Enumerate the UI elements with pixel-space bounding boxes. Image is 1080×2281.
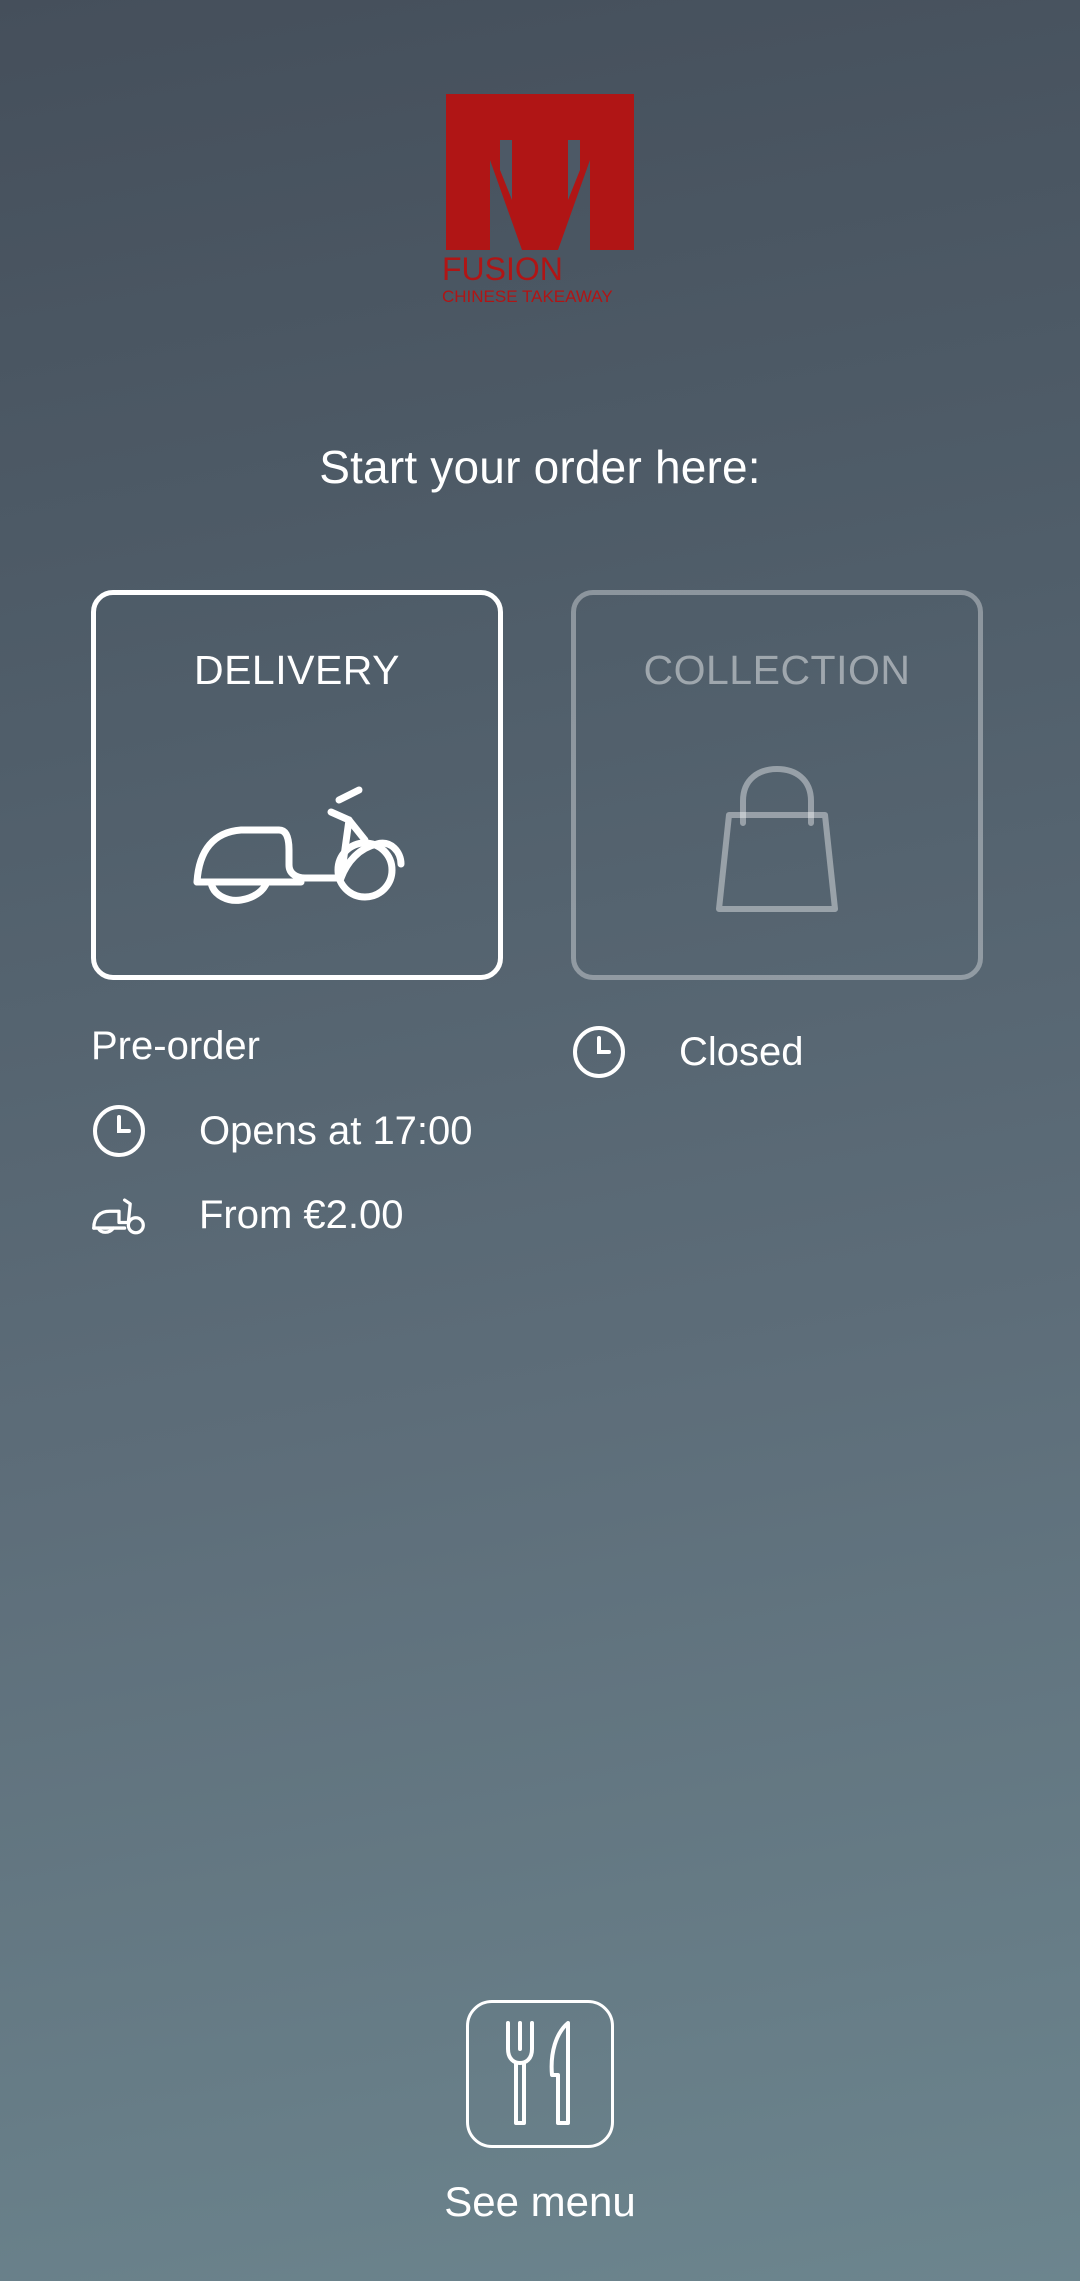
scooter-icon (189, 770, 405, 910)
delivery-label: DELIVERY (193, 647, 401, 693)
order-headline: Start your order here: (319, 441, 761, 493)
restaurant-logo: FUSION CHINESE TAKEAWAY (440, 90, 640, 310)
see-menu-section: See menu (0, 2000, 1080, 2226)
delivery-opens-text: Opens at 17:00 (199, 1108, 473, 1153)
collection-option-button[interactable]: COLLECTION (571, 590, 983, 980)
delivery-status-text: Pre-order (91, 1024, 260, 1068)
logo-brand: FUSION (442, 251, 563, 287)
collection-status-text: Closed (679, 1029, 804, 1074)
delivery-option-button[interactable]: DELIVERY (91, 590, 503, 980)
delivery-fee-text: From €2.00 (199, 1192, 404, 1237)
logo-tagline: CHINESE TAKEAWAY (442, 287, 613, 306)
delivery-status: Pre-order (91, 1024, 260, 1069)
clock-icon (571, 1024, 627, 1080)
see-menu-button[interactable] (466, 2000, 614, 2148)
fusion-logo-icon: FUSION CHINESE TAKEAWAY (442, 94, 634, 306)
see-menu-label: See menu (444, 2178, 636, 2225)
collection-label: COLLECTION (643, 647, 911, 693)
shopping-bag-icon (707, 765, 847, 915)
delivery-fee: From €2.00 (91, 1187, 404, 1243)
scooter-small-icon (91, 1187, 147, 1243)
clock-icon (91, 1103, 147, 1159)
collection-status: Closed (571, 1024, 804, 1080)
cutlery-icon (506, 2021, 570, 2125)
delivery-opening-time: Opens at 17:00 (91, 1103, 473, 1159)
